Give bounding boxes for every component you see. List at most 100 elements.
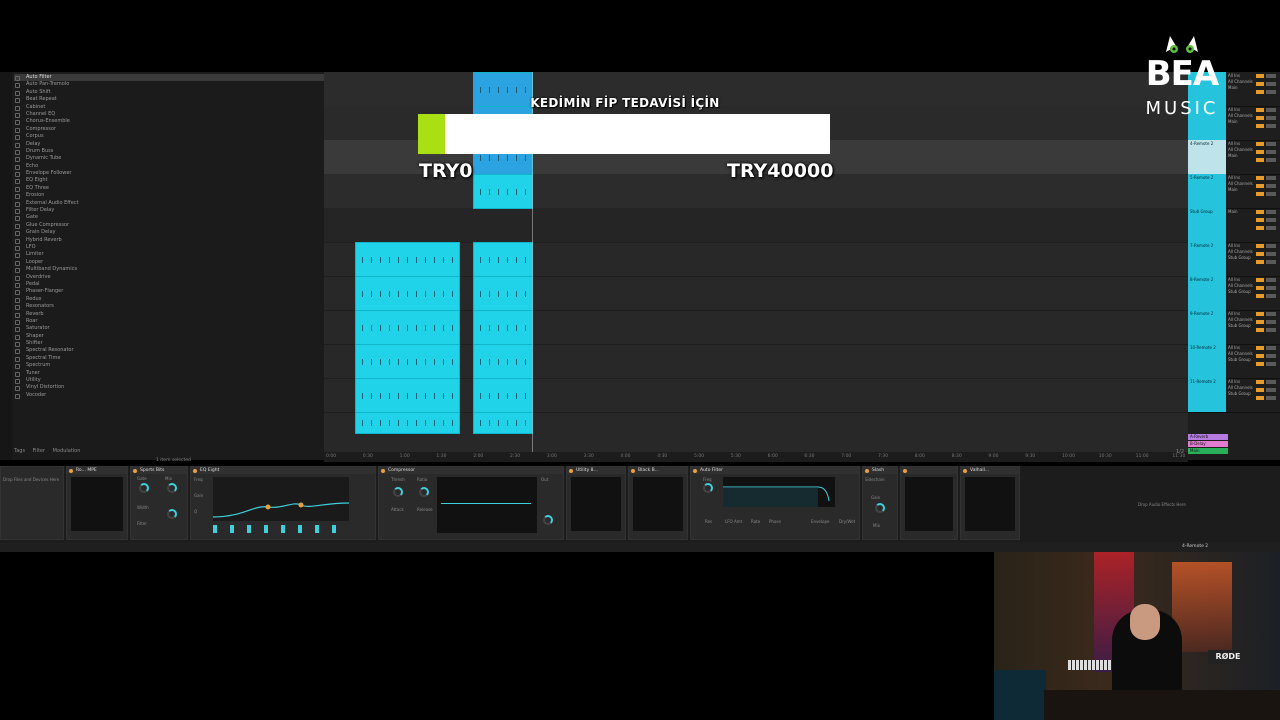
browser-item[interactable]: Looper xyxy=(14,259,324,267)
track-volume-field[interactable] xyxy=(1266,354,1276,358)
browser-item[interactable]: Limiter xyxy=(14,251,324,259)
audio-clip[interactable] xyxy=(355,412,460,434)
browser-item[interactable]: EQ Three xyxy=(14,185,324,193)
browser-item[interactable]: Vocoder xyxy=(14,392,324,400)
audio-clip[interactable] xyxy=(355,276,460,311)
browser-item[interactable]: Redux xyxy=(14,296,324,304)
browser-item[interactable]: Roar xyxy=(14,318,324,326)
track-volume-field[interactable] xyxy=(1266,252,1276,256)
track-activator-button[interactable] xyxy=(1256,278,1264,282)
track-activator-button[interactable] xyxy=(1256,74,1264,78)
browser-item[interactable]: LFO xyxy=(14,244,324,252)
browser-item[interactable]: Echo xyxy=(14,163,324,171)
threshold-knob[interactable] xyxy=(393,487,403,497)
tab-tags[interactable]: Tags xyxy=(14,448,25,454)
browser-item[interactable]: Spectrum xyxy=(14,362,324,370)
eq-curve-display[interactable] xyxy=(213,477,349,521)
device-auto-filter[interactable]: Auto Filter Freq Res LFO Amt Rate Phase … xyxy=(690,466,860,540)
routing-select[interactable]: Main xyxy=(1228,187,1253,193)
track-volume-field[interactable] xyxy=(1266,320,1276,324)
track-activator-button[interactable] xyxy=(1256,286,1264,290)
track-activator-button[interactable] xyxy=(1256,226,1264,230)
width-knob[interactable] xyxy=(167,509,177,519)
track-volume-field[interactable] xyxy=(1266,124,1276,128)
return-track[interactable]: A-Reverb xyxy=(1188,434,1228,440)
device-black-box[interactable]: Black B... xyxy=(628,466,688,540)
browser-item[interactable]: Beat Repeat xyxy=(14,96,324,104)
browser-item[interactable]: Spectral Time xyxy=(14,355,324,363)
track-activator-button[interactable] xyxy=(1256,294,1264,298)
routing-select[interactable]: Main xyxy=(1228,153,1253,159)
track-name[interactable]: 4-Remote 2 xyxy=(1188,140,1226,174)
device-panel-left[interactable]: Drop Files and Devices Here xyxy=(0,466,64,540)
track-volume-field[interactable] xyxy=(1266,74,1276,78)
browser-item[interactable]: Shaper xyxy=(14,333,324,341)
track-activator-button[interactable] xyxy=(1256,362,1264,366)
track-volume-field[interactable] xyxy=(1266,90,1276,94)
browser-item[interactable]: Vinyl Distortion xyxy=(14,384,324,392)
device-slash[interactable]: Slash Sidechain Gain Mix xyxy=(862,466,898,540)
track-name[interactable]: 10-Remote 2 xyxy=(1188,344,1226,378)
browser-item[interactable]: Channel EQ xyxy=(14,111,324,119)
routing-select[interactable]: Stub Group xyxy=(1228,323,1253,329)
track-volume-field[interactable] xyxy=(1266,362,1276,366)
browser-item[interactable]: Resonators xyxy=(14,303,324,311)
browser-item[interactable]: Shifter xyxy=(14,340,324,348)
track-activator-button[interactable] xyxy=(1256,380,1264,384)
browser-item[interactable]: Phaser-Flanger xyxy=(14,288,324,296)
track-activator-button[interactable] xyxy=(1256,90,1264,94)
browser-item[interactable]: Auto Pan-Tremolo xyxy=(14,81,324,89)
track-activator-button[interactable] xyxy=(1256,176,1264,180)
browser-item[interactable]: Filter Delay xyxy=(14,207,324,215)
track-activator-button[interactable] xyxy=(1256,218,1264,222)
track-volume-field[interactable] xyxy=(1266,286,1276,290)
track-name[interactable]: 11-Remote 2 xyxy=(1188,378,1226,412)
audio-clip[interactable] xyxy=(473,276,533,311)
track-volume-field[interactable] xyxy=(1266,108,1276,112)
browser-item[interactable]: Grain Delay xyxy=(14,229,324,237)
browser-item[interactable]: Auto Shift xyxy=(14,89,324,97)
return-track[interactable]: Main xyxy=(1188,448,1228,454)
track-name[interactable]: 8-Remote 2 xyxy=(1188,276,1226,310)
browser-item[interactable]: Drum Buss xyxy=(14,148,324,156)
track-volume-field[interactable] xyxy=(1266,346,1276,350)
routing-select[interactable]: Main xyxy=(1228,85,1253,91)
browser-item[interactable]: Utility xyxy=(14,377,324,385)
drywet-knob[interactable] xyxy=(543,515,553,525)
browser-item[interactable]: Erosion xyxy=(14,192,324,200)
track-volume-field[interactable] xyxy=(1266,388,1276,392)
tab-filter[interactable]: Filter xyxy=(33,448,45,454)
track-volume-field[interactable] xyxy=(1266,294,1276,298)
track-activator-button[interactable] xyxy=(1256,116,1264,120)
browser-item[interactable]: Saturator xyxy=(14,325,324,333)
track-header[interactable]: 11-Remote 2 All Ins All Channels Stub Group xyxy=(1188,378,1280,413)
browser-item[interactable]: Corpus xyxy=(14,133,324,141)
track-activator-button[interactable] xyxy=(1256,396,1264,400)
track-activator-button[interactable] xyxy=(1256,124,1264,128)
track-activator-button[interactable] xyxy=(1256,142,1264,146)
browser-item[interactable]: Glue Compressor xyxy=(14,222,324,230)
track-header[interactable]: 8-Remote 2 All Ins All Channels Stub Group xyxy=(1188,276,1280,311)
track-volume-field[interactable] xyxy=(1266,82,1276,86)
track-header[interactable]: 5-Remote 2 All Ins All Channels Main xyxy=(1188,174,1280,209)
audio-clip[interactable] xyxy=(355,378,460,413)
browser-item[interactable]: Auto Filter xyxy=(14,74,324,82)
track-volume-field[interactable] xyxy=(1266,244,1276,248)
track-header[interactable]: Stub Group Main xyxy=(1188,208,1280,243)
browser-item[interactable]: Chorus-Ensemble xyxy=(14,118,324,126)
return-track[interactable]: B-Delay xyxy=(1188,441,1228,447)
browser-item[interactable]: Dynamic Tube xyxy=(14,155,324,163)
browser-item[interactable]: Compressor xyxy=(14,126,324,134)
track-volume-field[interactable] xyxy=(1266,176,1276,180)
audio-clip[interactable] xyxy=(355,242,460,277)
browser-item[interactable]: Gate xyxy=(14,214,324,222)
group-lane[interactable] xyxy=(324,208,1188,243)
ratio-knob[interactable] xyxy=(419,487,429,497)
track-activator-button[interactable] xyxy=(1256,108,1264,112)
track-volume-field[interactable] xyxy=(1266,226,1276,230)
track-volume-field[interactable] xyxy=(1266,312,1276,316)
track-activator-button[interactable] xyxy=(1256,210,1264,214)
track-activator-button[interactable] xyxy=(1256,354,1264,358)
mix-knob[interactable] xyxy=(167,483,177,493)
browser-item[interactable]: Cabinet xyxy=(14,104,324,111)
